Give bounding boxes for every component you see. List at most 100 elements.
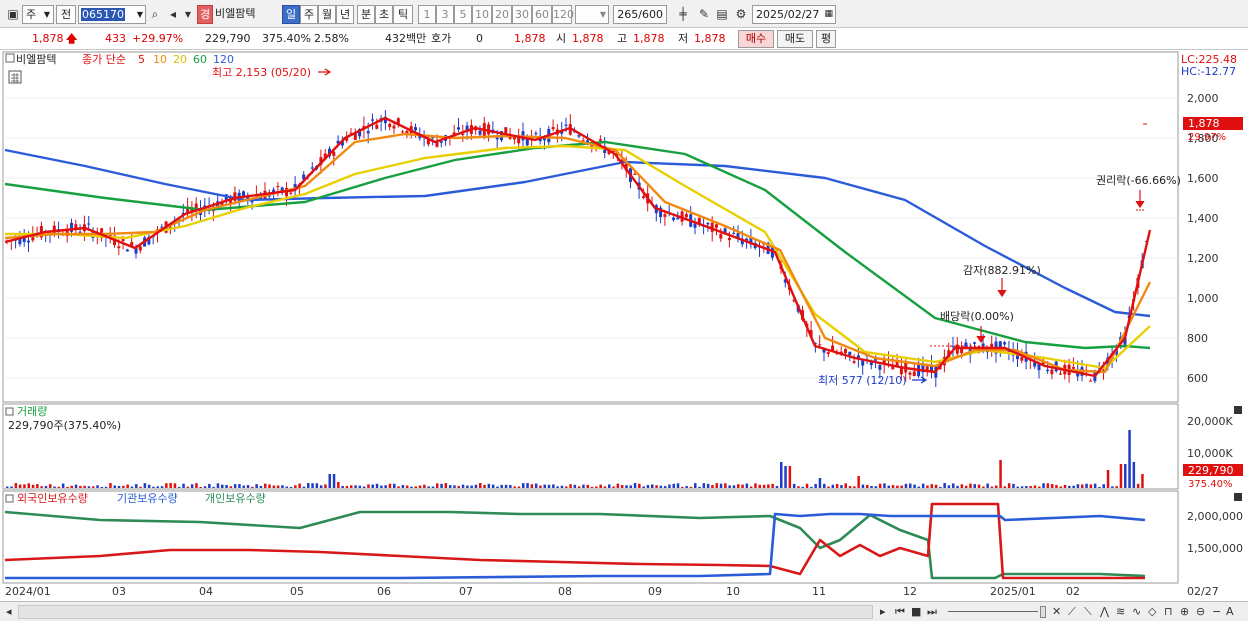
x-tick: 09 [648,585,662,598]
volume-bar [741,484,744,488]
chevron-down-icon[interactable]: ▼ [181,5,195,24]
volume-bar [1068,485,1071,488]
volume-bar [964,485,968,488]
candle-body [439,141,443,143]
forward-icon[interactable]: ⏭ [927,604,937,620]
sell-button[interactable]: 매도 [777,30,813,48]
chevron-down-icon: ▼ [136,10,143,19]
candle-body [908,372,912,375]
volume-bar [160,486,164,488]
panel-close-icon[interactable] [1234,493,1242,501]
scroll-left-icon[interactable]: ◂ [6,604,12,620]
period-month[interactable]: 월 [318,5,336,24]
scroll-right-icon[interactable]: ▸ [880,604,886,620]
save-icon[interactable]: ▤ [713,5,731,24]
volume-bar [436,483,439,488]
period-tick[interactable]: 틱 [393,5,413,24]
panel-close-icon[interactable] [1234,406,1242,414]
volume-bar [1089,484,1093,488]
period-minute[interactable]: 분 [357,5,375,24]
volume-bar [1111,486,1114,488]
x-tick: 10 [726,585,740,598]
volume-bar [319,485,323,488]
period-second[interactable]: 초 [375,5,393,24]
candle-type-icon[interactable]: ╪ [674,5,692,24]
date-input[interactable]: 2025/02/27 ▦ [752,5,836,24]
candle-body [719,234,723,239]
hoga-value: 0 [476,32,483,45]
code-input[interactable]: 065170 ▼ [78,5,146,24]
interval-20[interactable]: 20 [492,5,512,24]
legend-foreign: 외국인보유수량 [17,492,88,505]
rewind-icon[interactable]: ⏮ [895,604,905,620]
interval-30[interactable]: 30 [512,5,532,24]
interval-5[interactable]: 5 [454,5,472,24]
interval-3[interactable]: 3 [436,5,454,24]
wave-icon[interactable]: ∿ [1132,604,1141,620]
volume-bar [182,483,185,488]
volume-bar [500,484,503,488]
candle-body [461,133,465,136]
volume-bar [49,484,52,488]
volume-bar [517,486,521,488]
volume-bar [31,484,35,488]
shape-icon[interactable]: ◇ [1148,604,1156,620]
chart-area[interactable]: 비엘팜텍 종가 단순 5 10 20 60 120 LC:225.48 HC:-… [0,50,1248,600]
volume-bar [973,484,976,488]
volume-bar [805,483,809,488]
minus-icon[interactable]: − [1212,604,1221,620]
period-week[interactable]: 주 [300,5,318,24]
zoom-slider-handle[interactable] [1040,606,1046,618]
stock-name: 비엘팜텍 [215,7,256,20]
volume-bar [109,483,112,488]
ma-legend-20: 20 [173,53,187,66]
font-size-icon[interactable]: A [1226,604,1234,620]
event-dividend: 배당락(0.00%) [940,310,1014,323]
buy-button[interactable]: 매수 [738,30,774,48]
period-year[interactable]: 년 [336,5,354,24]
line-tool-icon[interactable]: ⟍ [1084,604,1092,620]
caution-badge: 경 [197,5,213,24]
volume-bar [79,485,82,488]
interval-input[interactable]: ▼ [575,5,609,24]
zoom-in-icon[interactable]: ⊕ [1180,604,1189,620]
volume-bar [491,484,495,488]
count-input[interactable]: 265/600 [613,5,667,24]
avg-button[interactable]: 평 [816,30,836,48]
channel-icon[interactable]: ≋ [1116,604,1125,620]
volume-bar [870,485,873,488]
volume-bar [754,483,757,488]
fibo-icon[interactable]: ⋀ [1100,604,1109,620]
scroll-track[interactable] [18,605,873,619]
interval-60[interactable]: 60 [532,5,552,24]
window-icon[interactable]: ▣ [4,5,22,24]
trendline-icon[interactable]: ⟋ [1068,604,1076,620]
interval-10[interactable]: 10 [472,5,492,24]
search-icon[interactable]: ⌕ [146,5,164,24]
volume-bar [448,485,452,488]
interval-120[interactable]: 120 [552,5,574,24]
draw-tool-icon[interactable]: ✎ [695,5,713,24]
candle-body [371,119,374,121]
chart-scrollbar[interactable]: ◂ ▸ ⏮ ■ ⏭ ✕ ⟋ ⟍ ⋀ ≋ ∿ ◇ ⊓ ⊕ ⊖ − A [0,601,1248,621]
interval-1[interactable]: 1 [418,5,436,24]
prev-button[interactable]: 전 [56,5,76,24]
candle-body [457,127,460,130]
magnet-icon[interactable]: ⊓ [1164,604,1173,620]
volume-bar [190,484,194,488]
gear-icon[interactable]: ⚙ [732,5,750,24]
volume-bar [1007,483,1011,488]
volume-bar [823,483,826,488]
zoom-slider[interactable] [948,611,1038,612]
period-day[interactable]: 일 [282,5,300,24]
zoom-out-icon[interactable]: ⊖ [1196,604,1205,620]
speaker-icon[interactable]: ◂ [166,5,180,24]
candle-body [633,173,637,175]
y-tick: 1,600 [1187,172,1219,185]
crosshair-icon[interactable]: ✕ [1052,604,1061,620]
candle-body [706,222,710,225]
volume-bar [504,484,508,488]
volume-bar [1141,474,1144,488]
stop-icon[interactable]: ■ [911,604,921,620]
market-select[interactable]: 주 ▼ [22,5,54,24]
